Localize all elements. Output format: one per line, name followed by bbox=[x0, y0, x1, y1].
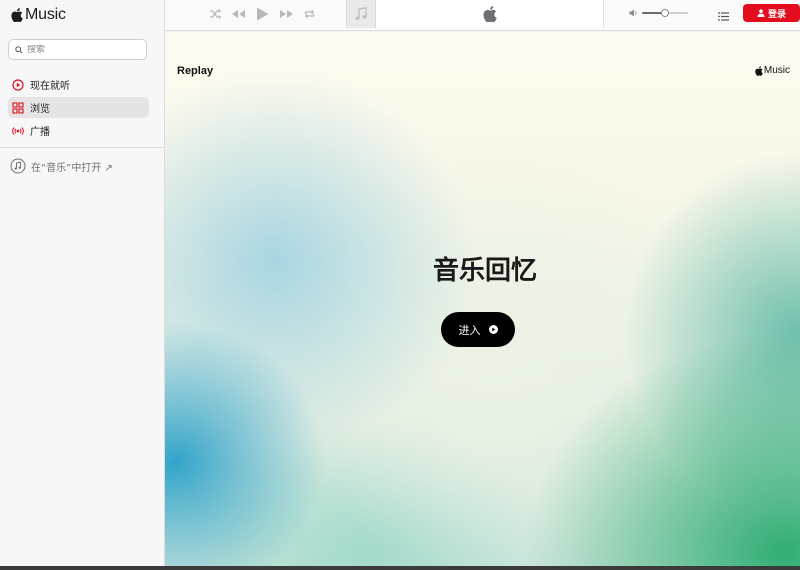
grid-icon bbox=[12, 101, 24, 114]
music-note-icon bbox=[355, 7, 367, 20]
apple-logo-icon bbox=[482, 6, 497, 22]
search-box[interactable] bbox=[8, 39, 147, 60]
open-in-music-link[interactable]: 在“音乐”中打开 ↗ bbox=[10, 158, 113, 174]
sign-in-label: 登录 bbox=[767, 9, 786, 20]
shuffle-icon[interactable] bbox=[209, 9, 221, 19]
sidebar-item-listen-now[interactable]: 现在就听 bbox=[8, 74, 149, 95]
sidebar-item-label: 现在就听 bbox=[30, 81, 70, 92]
speaker-icon bbox=[629, 9, 637, 17]
search-input[interactable] bbox=[27, 44, 142, 55]
search-icon bbox=[15, 45, 23, 54]
enter-button[interactable]: 进入 bbox=[441, 312, 515, 347]
sidebar-divider bbox=[0, 147, 165, 148]
brand-name: Music bbox=[25, 6, 66, 23]
apple-logo-icon bbox=[755, 65, 763, 76]
sign-in-button[interactable]: 登录 bbox=[743, 4, 800, 22]
apple-music-logo: Music bbox=[755, 65, 790, 76]
sidebar-nav: 现在就听 浏览 广播 bbox=[8, 74, 149, 143]
apple-logo-icon bbox=[11, 8, 23, 22]
player-bar: 登录 bbox=[165, 0, 800, 31]
person-icon bbox=[757, 9, 765, 17]
sidebar-item-label: 广播 bbox=[30, 127, 50, 138]
sidebar-item-radio[interactable]: 广播 bbox=[8, 120, 149, 141]
sidebar-item-browse[interactable]: 浏览 bbox=[8, 97, 149, 118]
app-logo[interactable]: Music bbox=[11, 6, 66, 24]
play-circle-icon bbox=[488, 325, 498, 334]
volume-knob[interactable] bbox=[661, 9, 669, 17]
sidebar-item-label: 浏览 bbox=[30, 104, 50, 115]
playback-controls bbox=[209, 7, 315, 21]
apple-music-wordmark: Music bbox=[763, 65, 790, 76]
previous-icon[interactable] bbox=[231, 9, 246, 19]
volume-slider[interactable] bbox=[642, 9, 688, 17]
replay-hero: Replay Music 音乐回忆 进入 bbox=[165, 32, 800, 566]
enter-label: 进入 bbox=[458, 323, 481, 337]
list-icon bbox=[718, 12, 729, 21]
hero-title: 音乐回忆 bbox=[432, 256, 537, 286]
radio-icon bbox=[12, 126, 24, 135]
window-bottom-edge bbox=[0, 566, 800, 570]
replay-label: Replay bbox=[177, 65, 214, 77]
music-note-icon bbox=[10, 158, 26, 174]
next-icon[interactable] bbox=[279, 9, 294, 19]
queue-button[interactable] bbox=[718, 8, 729, 26]
open-in-music-label: 在“音乐”中打开 ↗ bbox=[31, 162, 113, 174]
now-playing-display bbox=[376, 0, 604, 28]
now-playing-artwork bbox=[346, 0, 376, 28]
repeat-icon[interactable] bbox=[304, 9, 315, 19]
play-circle-icon bbox=[12, 78, 24, 91]
play-icon[interactable] bbox=[256, 7, 269, 21]
volume-control bbox=[629, 9, 688, 17]
sidebar: Music 现在就听 浏览 bbox=[0, 0, 165, 566]
